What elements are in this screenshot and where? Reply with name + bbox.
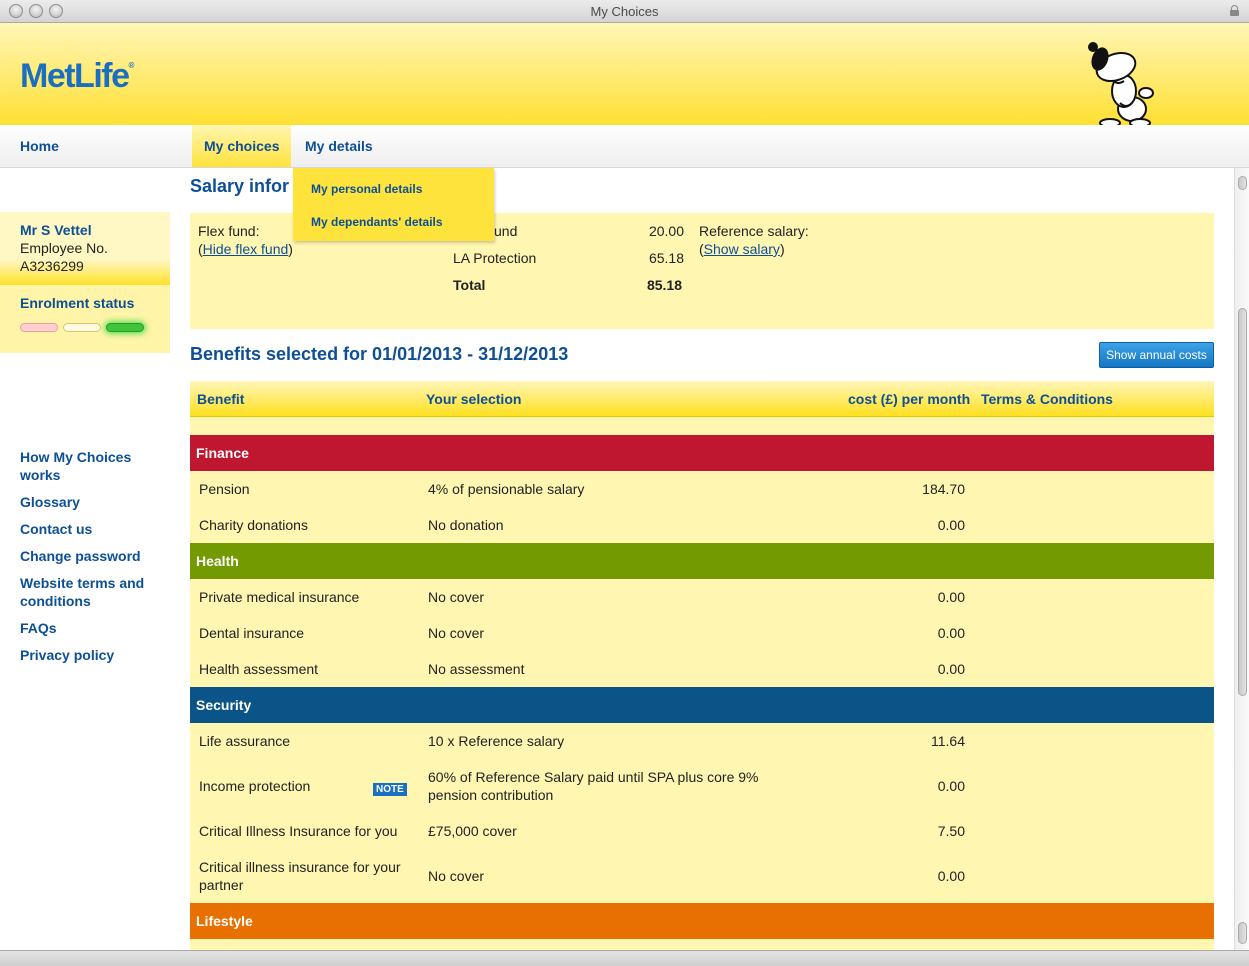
note-badge[interactable]: NOTE — [373, 783, 407, 796]
benefit-cost: 0.00 — [937, 778, 965, 794]
employee-number: A3236299 — [20, 258, 84, 274]
site-header: MetLife® — [0, 23, 1249, 127]
benefit-cost: 0.00 — [937, 661, 965, 677]
user-info-box: Mr S Vettel Employee No. A3236299 — [0, 212, 170, 285]
benefit-cost: 0.00 — [937, 625, 965, 641]
benefit-name: Critical Illness Insurance for you — [199, 823, 398, 839]
table-row: Income protection NOTE 60% of Reference … — [190, 759, 1214, 813]
column-benefit: Benefit — [197, 391, 245, 407]
benefits-table-body: Finance Pension 4% of pensionable salary… — [190, 435, 1214, 959]
benefit-selection: No assessment — [428, 661, 525, 677]
metlife-logo[interactable]: MetLife® — [20, 57, 134, 96]
benefits-table-header: Benefit Your selection cost (£) per mont… — [190, 381, 1214, 417]
benefit-name: Critical illness insurance for your part… — [199, 859, 401, 893]
nav-my-choices[interactable]: My choices — [192, 125, 292, 167]
table-row: Health assessment No assessment 0.00 — [190, 651, 1214, 687]
table-row: Critical illness insurance for your part… — [190, 849, 1214, 903]
total-value: 85.18 — [646, 277, 682, 293]
main-nav: Home My choices My details — [0, 125, 1249, 168]
benefit-selection: No cover — [428, 589, 485, 605]
benefit-selection: £75,000 cover — [428, 823, 517, 839]
fund-row-value: 20.00 — [648, 223, 684, 239]
benefit-name: Life assurance — [199, 733, 291, 749]
dropdown-my-personal-details[interactable]: My personal details — [311, 182, 422, 196]
flex-fund-label: Flex fund: — [198, 223, 260, 239]
reference-salary-label: Reference salary: — [699, 223, 809, 239]
scroll-up-arrow[interactable] — [1238, 176, 1247, 190]
benefit-selection: 4% of pensionable salary — [428, 481, 585, 497]
table-row: Pension 4% of pensionable salary 184.70 — [190, 471, 1214, 507]
nav-home[interactable]: Home — [8, 125, 71, 167]
column-terms-conditions: Terms & Conditions — [981, 391, 1113, 407]
sidebar-link-privacy-policy[interactable]: Privacy policy — [20, 646, 160, 664]
enrolment-status-box: Enrolment status — [0, 285, 170, 353]
benefit-selection: No cover — [428, 625, 485, 641]
dropdown-my-dependants-details[interactable]: My dependants' details — [311, 215, 443, 229]
benefits-heading: Benefits selected for 01/01/2013 - 31/12… — [190, 344, 569, 364]
benefit-name: Pension — [199, 481, 250, 497]
fund-row-label: und — [494, 223, 518, 239]
la-protection-value: 65.18 — [648, 250, 684, 266]
total-label: Total — [453, 277, 486, 293]
benefit-selection: 10 x Reference salary — [428, 733, 565, 749]
enrolment-step-1 — [20, 323, 58, 332]
table-row: Dental insurance No cover 0.00 — [190, 615, 1214, 651]
la-protection-label: LA Protection — [453, 250, 537, 266]
category-finance: Finance — [190, 435, 1214, 471]
table-spacer — [190, 417, 1214, 435]
enrolment-step-2 — [63, 323, 101, 332]
benefit-name: Charity donations — [199, 517, 308, 533]
scrollbar-thumb[interactable] — [1238, 308, 1247, 696]
window-title: My Choices — [590, 4, 659, 19]
sidebar-link-glossary[interactable]: Glossary — [20, 493, 160, 511]
benefit-name: Private medical insurance — [199, 589, 360, 605]
benefit-name: Dental insurance — [199, 625, 305, 641]
table-row: Private medical insurance No cover 0.00 — [190, 579, 1214, 615]
show-salary-wrapper: (Show salary) — [699, 241, 785, 257]
column-cost: cost (£) per month — [848, 391, 971, 407]
table-row: Critical Illness Insurance for you £75,0… — [190, 813, 1214, 849]
enrolment-step-3 — [106, 323, 144, 332]
scroll-down-arrow[interactable] — [1238, 922, 1247, 944]
page-scrollbar[interactable] — [1234, 168, 1249, 950]
sidebar-link-faqs[interactable]: FAQs — [20, 619, 160, 637]
benefit-selection: 60% of Reference Salary paid until SPA p… — [428, 769, 759, 803]
benefit-selection: No cover — [428, 868, 485, 884]
category-security: Security — [190, 687, 1214, 723]
benefit-name: Health assessment — [199, 661, 319, 677]
table-row: Charity donations No donation 0.00 — [190, 507, 1214, 543]
enrolment-status-title: Enrolment status — [20, 295, 135, 311]
my-details-dropdown: My personal details My dependants' detai… — [293, 168, 494, 241]
benefit-cost: 0.00 — [937, 868, 965, 884]
logo-text: MetLife — [20, 57, 130, 95]
employee-label: Employee No. — [20, 240, 108, 256]
sidebar-links: How My Choices works Glossary Contact us… — [20, 448, 160, 673]
snoopy-mascot-icon — [1088, 42, 1154, 127]
table-row: Life assurance 10 x Reference salary 11.… — [190, 723, 1214, 759]
benefit-cost: 184.70 — [922, 481, 965, 497]
window-titlebar: My Choices — [0, 0, 1249, 23]
show-salary-link[interactable]: Show salary — [704, 241, 780, 257]
user-name: Mr S Vettel — [20, 222, 92, 238]
benefit-cost: 11.64 — [931, 733, 965, 749]
sidebar-link-contact-us[interactable]: Contact us — [20, 520, 160, 538]
category-lifestyle: Lifestyle — [190, 903, 1214, 939]
benefit-cost: 0.00 — [937, 517, 965, 533]
window-statusbar — [0, 950, 1249, 966]
column-your-selection: Your selection — [426, 391, 522, 407]
lock-icon — [1230, 5, 1239, 16]
salary-information-heading: Salary infor — [190, 176, 290, 196]
benefit-selection: No donation — [428, 517, 504, 533]
show-annual-costs-button[interactable]: Show annual costs — [1099, 342, 1214, 368]
hide-flex-fund-link[interactable]: Hide flex fund — [203, 241, 289, 257]
benefit-cost: 0.00 — [937, 589, 965, 605]
sidebar-link-change-password[interactable]: Change password — [20, 547, 160, 565]
sidebar-link-website-terms[interactable]: Website terms and conditions — [20, 574, 160, 610]
sidebar-link-how-my-choices-works[interactable]: How My Choices works — [20, 448, 160, 484]
category-health: Health — [190, 543, 1214, 579]
hide-flex-fund-wrapper: (Hide flex fund) — [198, 241, 293, 257]
nav-my-details[interactable]: My details — [293, 125, 385, 167]
benefit-cost: 7.50 — [937, 823, 965, 839]
